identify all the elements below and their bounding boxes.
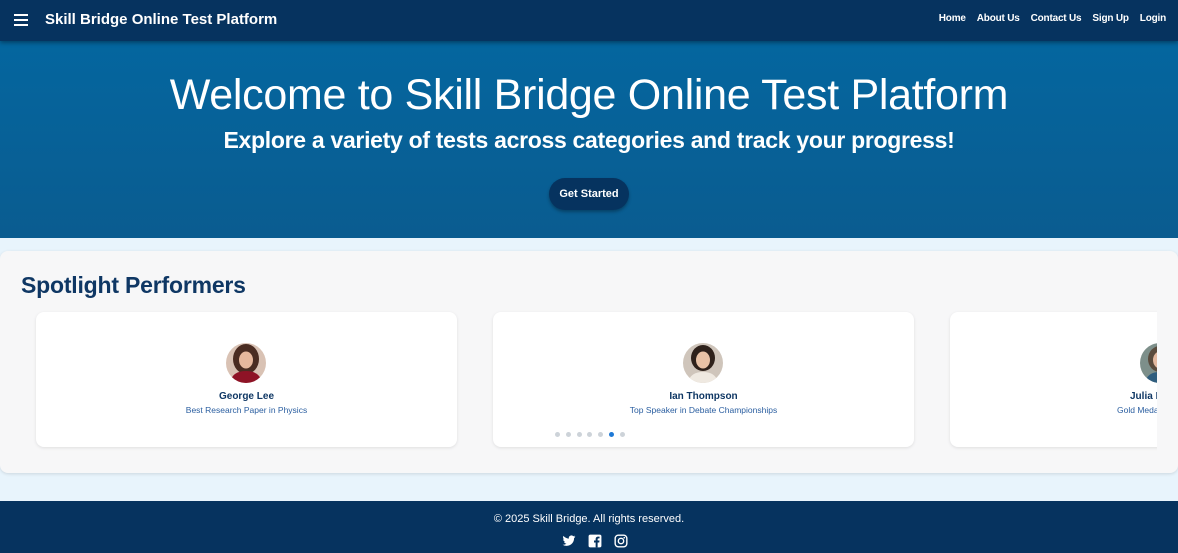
nav-link-contact-us[interactable]: Contact Us [1031,13,1082,24]
nav-link-sign-up[interactable]: Sign Up [1092,13,1129,24]
performer-award: Best Research Paper in Physics [185,405,308,415]
nav-link-home[interactable]: Home [939,13,966,24]
instagram-icon[interactable] [614,534,628,548]
hamburger-menu-icon[interactable] [14,14,28,26]
performer-card[interactable]: Ian Thompson Top Speaker in Debate Champ… [493,312,914,447]
performer-name: George Lee [218,391,275,402]
nav-links: Home About Us Contact Us Sign Up Login [939,13,1166,24]
carousel-dot[interactable] [576,432,582,437]
performer-card[interactable]: Julia M Gold Meda [950,312,1157,447]
carousel-dot[interactable] [598,432,604,437]
spotlight-performers-section: George Lee Best Research Paper in Physic… [0,251,1178,473]
hero-title: Welcome to Skill Bridge Online Test Plat… [169,71,1009,119]
carousel-dot[interactable] [619,432,625,437]
avatar [1140,343,1157,383]
twitter-icon[interactable] [562,534,576,548]
performer-award: Gold Meda [1117,405,1157,415]
nav-link-login[interactable]: Login [1140,13,1166,24]
carousel-dot[interactable] [587,432,593,437]
hero-subtitle: Explore a variety of tests across catego… [223,127,955,153]
brand-title[interactable]: Skill Bridge Online Test Platform [45,11,277,28]
avatar [226,343,266,383]
carousel-dot[interactable] [555,432,560,437]
avatar [683,343,723,383]
nav-link-about-us[interactable]: About Us [977,13,1020,24]
facebook-icon[interactable] [588,534,602,548]
copyright-text: © 2025 Skill Bridge. All rights reserved… [493,513,685,525]
carousel-dots [555,432,631,437]
carousel-dot[interactable] [565,432,571,437]
section-heading: Spotlight Performers [21,272,246,298]
performer-name: Julia M [1130,391,1157,402]
get-started-button[interactable]: Get Started [549,178,629,210]
carousel-dot[interactable] [608,432,614,437]
top-navbar: Skill Bridge Online Test Platform Home A… [0,0,1178,41]
performer-card[interactable]: George Lee Best Research Paper in Physic… [36,312,457,447]
performer-award: Top Speaker in Debate Championships [629,405,778,415]
social-links [562,534,640,548]
performer-name: Ian Thompson [669,391,738,402]
footer: © 2025 Skill Bridge. All rights reserved… [0,501,1178,553]
hero-banner: Welcome to Skill Bridge Online Test Plat… [0,41,1178,238]
